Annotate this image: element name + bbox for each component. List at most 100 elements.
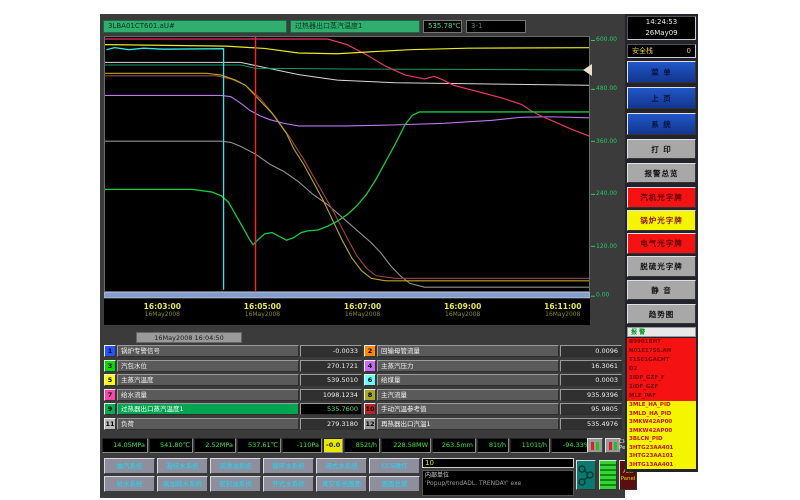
alarm-item[interactable]: MLE_PAF [627, 392, 696, 401]
nav-button[interactable]: CCS操作 [369, 458, 420, 474]
pen-number[interactable]: 11 [104, 418, 116, 430]
time-tick-time: 16:05:00 [244, 302, 281, 311]
pen-number[interactable]: 4 [364, 360, 376, 372]
sidebar-button[interactable]: 电气光字牌 [627, 233, 696, 254]
nav-button[interactable]: 凝结水系统 [157, 458, 208, 474]
sidebar-button[interactable]: 系 统 [627, 113, 696, 135]
alarm-item[interactable]: 3BLCN_PID [627, 435, 696, 444]
alarm-item[interactable]: 1IDF_GZF [627, 383, 696, 392]
status-value-highlight[interactable]: -0.0 [323, 438, 343, 453]
pen-value: 16.3061 [560, 360, 622, 372]
current-value-readout: 535.78℃ [423, 20, 462, 33]
nav-button[interactable]: 画面总貌 [369, 476, 420, 492]
pen-value: 935.9396 [560, 389, 622, 401]
trend-chart-canvas[interactable] [104, 36, 590, 292]
pen-value: 270.1721 [300, 360, 362, 372]
pen-label[interactable]: 主蒸汽压力 [377, 360, 559, 372]
pen-number[interactable]: 12 [364, 418, 376, 430]
pen-number[interactable]: 7 [104, 389, 116, 401]
alarm-item[interactable]: 1IDF_GZF_F [627, 374, 696, 383]
nav-button[interactable]: 真空系统画面 [316, 476, 367, 492]
nav-button[interactable]: 抽汽系统 [104, 458, 155, 474]
pen-label[interactable]: 锅炉专警信号 [117, 345, 299, 357]
pen-label[interactable]: 手动汽温参考值 [377, 403, 559, 415]
pen-label[interactable]: 过热器出口蒸汽温度1 [117, 403, 299, 415]
point-description-field[interactable]: 过热器出口蒸汽温度1 [290, 20, 420, 33]
alarm-item[interactable]: 3HTG23AA101 [627, 452, 696, 461]
pen-number[interactable]: 5 [104, 374, 116, 386]
alarm-item[interactable]: 3MLD_HA_PID [627, 410, 696, 419]
alarm-item[interactable]: 3MKW42AP00 [627, 427, 696, 436]
sidebar-button[interactable]: 趋势图 [627, 304, 696, 324]
alarm-item[interactable]: 3MLE_HA_PID [627, 401, 696, 410]
pen-table-right: 2回输母管流量0.00964主蒸汽压力16.30616给煤量0.00038主汽流… [364, 345, 622, 433]
alarm-item[interactable]: O2 [627, 365, 696, 374]
nav-button[interactable]: 高加疏水系统 [157, 476, 208, 492]
pen-label[interactable]: 给煤量 [377, 374, 559, 386]
pen-value: 535.7600 [300, 403, 362, 415]
clock-date: 26May09 [628, 28, 695, 39]
sidebar-button[interactable]: 汽机光字牌 [627, 187, 696, 208]
time-tick-date: 16May2008 [344, 311, 381, 318]
pen-label[interactable]: 回输母管流量 [377, 345, 559, 357]
time-tick-date: 16May2008 [244, 311, 281, 318]
status-bar: 14.05MPa541.80℃2.52MPa537.61℃-110Pa-0.08… [102, 438, 584, 453]
pen-number[interactable]: 3 [104, 360, 116, 372]
trend-toggle-button-1[interactable] [587, 438, 603, 453]
flowsheet-icon [577, 461, 595, 489]
alarm-item[interactable]: 3HTG23AA401 [627, 444, 696, 453]
series-green-sh-outlet-temp [105, 112, 589, 245]
sidebar-button[interactable]: 锅炉光字牌 [627, 210, 696, 231]
status-value: 852t/h [344, 438, 380, 453]
pen-number[interactable]: 10 [364, 403, 376, 415]
alarm-list-yellow: 3MLE_HA_PID3MLD_HA_PID3MKW42AP003MKW42AP… [627, 401, 696, 469]
nav-button[interactable]: 循环水系统 [263, 458, 314, 474]
sidebar-button[interactable]: 菜 单 [627, 61, 696, 83]
pen-number[interactable]: 6 [364, 374, 376, 386]
pen-row: 10手动汽温参考值95.9805 [364, 403, 622, 415]
pen-label[interactable]: 给水流量 [117, 389, 299, 401]
time-tick: 16:09:0016May2008 [444, 302, 481, 318]
trend-curves [105, 37, 589, 291]
pen-row: 8主汽流量935.9396 [364, 389, 622, 401]
alarm-item[interactable]: T1SE1GACHT [627, 356, 696, 365]
main-panel: 3LBA01CT601.aU# 过热器出口蒸汽温度1 535.78℃ 3-1 6… [100, 14, 625, 498]
chart-scrollbar[interactable] [104, 292, 590, 298]
pen-value: 1098.1234 [300, 389, 362, 401]
axis-pointer-icon[interactable] [583, 64, 592, 76]
nav-button[interactable]: 开式水系统 [263, 476, 314, 492]
panel-button[interactable] [599, 460, 617, 490]
command-input[interactable]: 10 [422, 458, 574, 468]
console-line-2: 'Popup/trendADL. TRENDAY' exe [425, 480, 571, 488]
pen-number[interactable]: 2 [364, 345, 376, 357]
pen-label[interactable]: 再热器出口汽温1 [377, 418, 559, 430]
pen-label[interactable]: 主蒸汽温度 [117, 374, 299, 386]
sidebar-button[interactable]: 上 页 [627, 87, 696, 109]
clock: 14:24:53 26May09 [627, 16, 696, 40]
sidebar-button[interactable]: 静 音 [627, 280, 696, 300]
nav-button[interactable]: 润滑油系统 [210, 458, 261, 474]
alarm-item[interactable]: 3HTG13AA401 [627, 461, 696, 470]
alarm-item[interactable]: N01E17SS.AH [627, 347, 696, 356]
pen-label[interactable]: 汽包水位 [117, 360, 299, 372]
nav-button[interactable]: 密封油系统 [210, 476, 261, 492]
pen-label[interactable]: 主汽流量 [377, 389, 559, 401]
pen-number[interactable]: 9 [104, 403, 116, 415]
pen-number[interactable]: 1 [104, 345, 116, 357]
sidebar-button[interactable]: 脱硫光字牌 [627, 256, 696, 277]
sidebar-button[interactable]: 报警总览 [627, 163, 696, 183]
sidebar-button[interactable]: 打 印 [627, 139, 696, 159]
pen-label[interactable]: 负荷 [117, 418, 299, 430]
pen-row: 11负荷279.3180 [104, 418, 362, 430]
alarm-item[interactable]: B9901BHT [627, 338, 696, 347]
tag-field[interactable]: 3LBA01CT601.aU# [103, 20, 287, 33]
time-tick-date: 16May2008 [444, 311, 481, 318]
nav-button[interactable]: 给水系统 [104, 476, 155, 492]
time-tick-time: 16:11:00 [544, 302, 581, 311]
status-value: 81t/h [477, 438, 509, 453]
alarm-item[interactable]: 3MKW42AP00 [627, 418, 696, 427]
nav-button[interactable]: 闭式水系统 [316, 458, 367, 474]
pen-row: 7给水流量1098.1234 [104, 389, 362, 401]
pen-number[interactable]: 8 [364, 389, 376, 401]
flowsheet-button[interactable] [576, 460, 596, 490]
